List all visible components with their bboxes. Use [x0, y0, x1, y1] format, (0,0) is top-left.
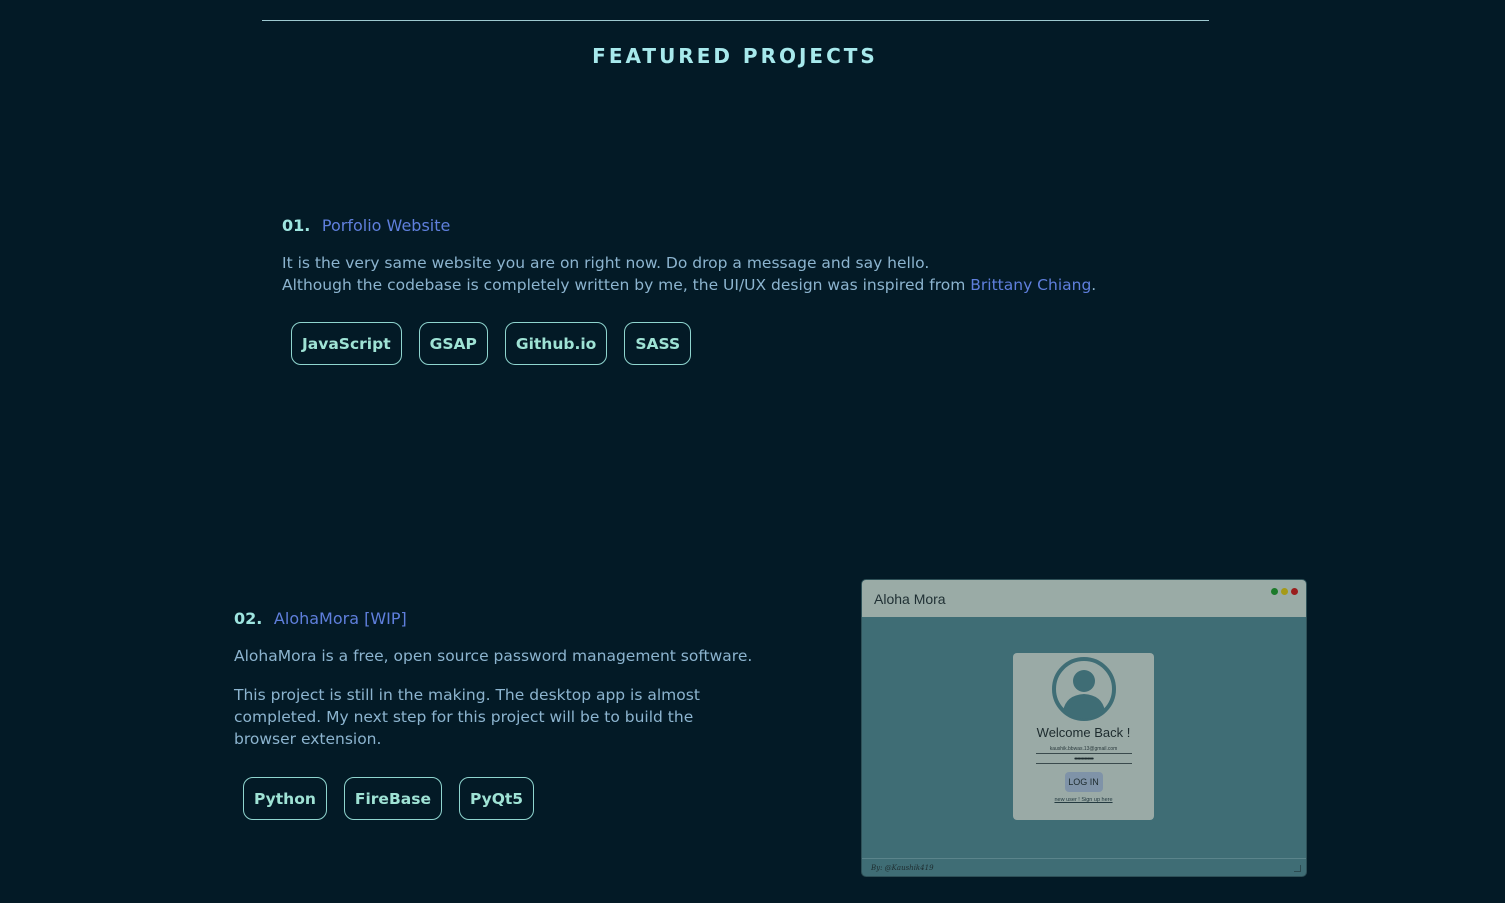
preview-email-field: kaushik.bbwas.13@gmail.com: [1035, 746, 1132, 754]
preview-login-button: LOG IN: [1064, 772, 1103, 792]
project-description: This project is still in the making. The…: [234, 686, 700, 748]
top-divider: [262, 20, 1209, 21]
project-number: 01.: [282, 216, 311, 235]
tag-gsap: GSAP: [418, 322, 488, 365]
preview-signature: By: @Kaushik419: [871, 863, 934, 872]
alohamora-screenshot[interactable]: Aloha Mora Welcome Back ! kaushik.bbwas.…: [862, 580, 1306, 876]
project-description: AlohaMora is a free, open source passwor…: [234, 647, 753, 665]
project-card-portfolio: 01. Porfolio Website It is the very same…: [282, 216, 1242, 365]
red-dot-icon: [1291, 588, 1298, 595]
tag-pyqt5: PyQt5: [458, 777, 535, 820]
tech-tags: JavaScript GSAP Github.io SASS: [291, 322, 1242, 365]
tag-python: Python: [243, 777, 327, 820]
preview-password-field: •••••••••••••: [1035, 756, 1132, 764]
preview-welcome-text: Welcome Back !: [1036, 725, 1131, 740]
project-heading: 01. Porfolio Website: [282, 216, 1242, 235]
window-controls: [1271, 588, 1298, 595]
preview-window-title: Aloha Mora: [874, 590, 946, 607]
tech-tags: Python FireBase PyQt5: [243, 777, 754, 820]
description-line: Although the codebase is completely writ…: [282, 274, 1242, 296]
preview-footer: By: @Kaushik419: [862, 858, 1306, 876]
section-title: FEATURED PROJECTS: [592, 44, 878, 68]
preview-titlebar: Aloha Mora: [862, 580, 1306, 617]
brittany-chiang-link[interactable]: Brittany Chiang: [970, 276, 1091, 294]
project-title-link[interactable]: AlohaMora [WIP]: [274, 609, 407, 628]
tag-javascript: JavaScript: [291, 322, 402, 365]
description-line: It is the very same website you are on r…: [282, 254, 930, 272]
preview-signup-link: new user ! Sign up here: [1054, 797, 1113, 803]
project-title-link[interactable]: Porfolio Website: [322, 216, 450, 235]
user-avatar-icon: [1050, 657, 1118, 721]
project-number: 02.: [234, 609, 263, 628]
green-dot-icon: [1271, 588, 1278, 595]
tag-github-io: Github.io: [504, 322, 608, 365]
preview-login-card: Welcome Back ! kaushik.bbwas.13@gmail.co…: [1013, 653, 1154, 820]
yellow-dot-icon: [1281, 588, 1288, 595]
description-text: .: [1091, 276, 1097, 294]
description-text: Although the codebase is completely writ…: [282, 276, 971, 294]
project-heading: 02. AlohaMora [WIP]: [234, 609, 754, 628]
resize-grip-icon: [1294, 865, 1301, 872]
tag-sass: SASS: [624, 322, 692, 365]
tag-firebase: FireBase: [343, 777, 442, 820]
project-card-alohamora: 02. AlohaMora [WIP] AlohaMora is a free,…: [234, 609, 754, 820]
project-description: It is the very same website you are on r…: [282, 252, 1242, 296]
